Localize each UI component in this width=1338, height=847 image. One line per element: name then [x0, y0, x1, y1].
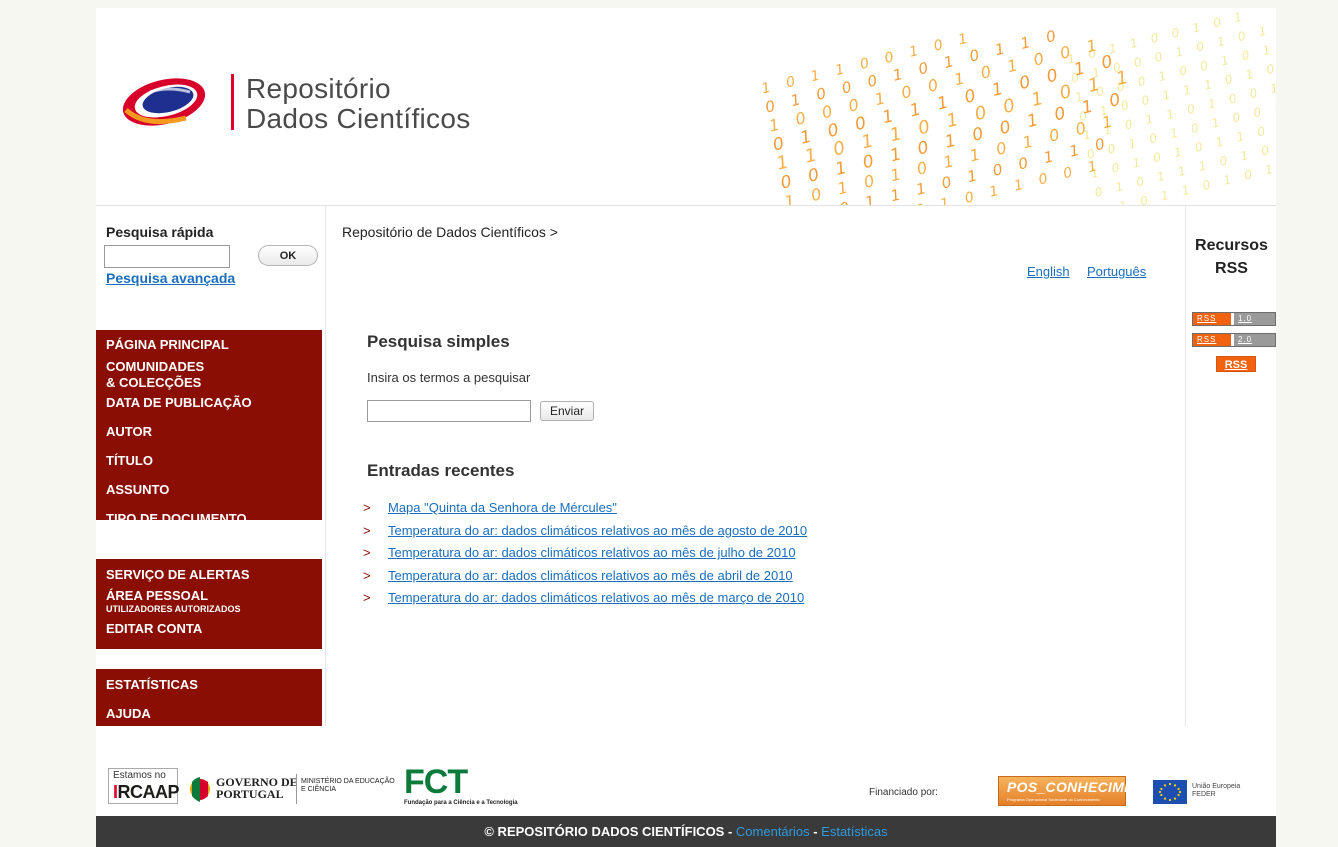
simple-search-title: Pesquisa simples [367, 332, 510, 351]
menu-item-alerts[interactable]: SERVIÇO DE ALERTAS [96, 567, 322, 583]
pos-conhecimento-logo[interactable]: POS_CONHECIMENTO Programa Operacional So… [998, 776, 1164, 806]
page: Repositório Dados Científicos 1 0 1 1 0 … [96, 8, 1276, 847]
ministry-text[interactable]: MINISTÉRIO DA EDUCAÇÃO E CIÊNCIA [301, 778, 395, 794]
list-item: > Temperatura do ar: dados climáticos rel… [363, 590, 807, 613]
binary-decoration: 1 0 1 1 0 0 1 0 11 0 1 1 0 0 1 0 10 1 0 … [760, 9, 1276, 205]
recent-entries-title: Entradas recentes [367, 461, 515, 480]
quick-search-ok-button[interactable]: OK [258, 245, 318, 266]
simple-search-submit-button[interactable]: Enviar [540, 401, 594, 421]
repository-logo-icon[interactable] [116, 70, 216, 130]
main-content: Repositório de Dados Científicos > Engli… [327, 206, 1185, 726]
divider [296, 774, 297, 804]
bullet-icon: > [363, 567, 371, 583]
menu-item-document-type[interactable]: TIPO DE DOCUMENTO [96, 511, 322, 527]
logo-divider [231, 74, 234, 130]
logo-text[interactable]: Repositório Dados Científicos [246, 74, 471, 134]
list-item: > Temperatura do ar: dados climáticos rel… [363, 545, 807, 568]
menu-item-personal-area-sub: UTILIZADORES AUTORIZADOS [106, 604, 241, 614]
ministry-line-1: MINISTÉRIO DA EDUCAÇÃO [301, 778, 395, 785]
bullet-icon: > [363, 500, 371, 515]
recent-entry-link[interactable]: Temperatura do ar: dados climáticos rela… [388, 545, 796, 560]
footer-logos: Estamos no IRCAAP GOVERNO DE PORTUGAL MI… [96, 726, 1276, 816]
header: Repositório Dados Científicos 1 0 1 1 0 … [96, 8, 1276, 206]
logo-line-2: Dados Científicos [246, 103, 471, 134]
rss-1-0-badge[interactable]: RSS 1.0 [1192, 312, 1276, 326]
rss-badge-label: RSS [1193, 313, 1231, 325]
recent-entry-link[interactable]: Mapa "Quinta da Senhora de Mércules" [388, 500, 617, 515]
bullet-icon: > [363, 522, 371, 538]
eu-line-2: FEDER [1192, 791, 1216, 798]
recent-entry-link[interactable]: Temperatura do ar: dados climáticos rela… [388, 590, 804, 605]
rss-feed-button[interactable]: RSS [1216, 356, 1256, 372]
breadcrumb[interactable]: Repositório de Dados Científicos > [342, 224, 558, 240]
rss-badge-version: 1.0 [1234, 313, 1275, 325]
menu-item-edit-account[interactable]: EDITAR CONTA [96, 621, 322, 637]
recent-entries-list: > Mapa "Quinta da Senhora de Mércules" > T… [363, 500, 807, 613]
government-text[interactable]: GOVERNO DE PORTUGAL [216, 776, 298, 800]
fct-subtitle: Fundação para a Ciência e a Tecnologia [404, 800, 518, 806]
copyright-text: © REPOSITÓRIO DADOS CIENTÍFICOS - [484, 824, 736, 839]
separator-text: - [809, 824, 822, 839]
quick-search-title: Pesquisa rápida [106, 224, 214, 240]
rss-2-0-badge[interactable]: RSS 2.0 [1192, 333, 1276, 347]
menu-item-author[interactable]: AUTOR [96, 424, 322, 440]
recent-entry-link[interactable]: Temperatura do ar: dados climáticos rela… [388, 568, 793, 583]
rss-badge-version: 2.0 [1234, 334, 1275, 346]
menu-item-help[interactable]: AJUDA [96, 706, 322, 722]
recent-entry-link[interactable]: Temperatura do ar: dados climáticos rela… [388, 523, 807, 538]
list-item: > Temperatura do ar: dados climáticos rel… [363, 568, 807, 591]
language-english-link[interactable]: English [1027, 264, 1070, 279]
pos-line-1: POS_CONHECIMENTO [1007, 779, 1165, 795]
rcaap-line-2: IRCAAP [113, 782, 180, 803]
financed-by-label: Financiado por: [869, 787, 938, 798]
rcaap-line-1: Estamos no [113, 770, 166, 781]
bullet-icon: > [363, 545, 371, 560]
main-menu: PÁGINA PRINCIPAL COMUNIDADES & COLECÇÕES… [96, 330, 322, 526]
statistics-link[interactable]: Estatísticas [821, 824, 887, 839]
list-item: > Mapa "Quinta da Senhora de Mércules" [363, 500, 807, 523]
menu-item-title[interactable]: TÍTULO [96, 453, 322, 469]
simple-search-label: Insira os termos a pesquisar [367, 370, 531, 385]
portugal-emblem-icon [190, 777, 210, 802]
bottom-bar: © REPOSITÓRIO DADOS CIENTÍFICOS - Coment… [96, 816, 1276, 847]
eu-flag-icon[interactable] [1153, 780, 1187, 804]
rss-title-line-1: Recursos [1195, 237, 1268, 254]
rcaap-logo[interactable]: Estamos no IRCAAP [108, 768, 180, 804]
user-menu: SERVIÇO DE ALERTAS ÁREA PESSOAL UTILIZAD… [96, 559, 322, 649]
menu-item-home[interactable]: PÁGINA PRINCIPAL [96, 337, 322, 353]
eu-text: União Europeia FEDER [1192, 783, 1240, 799]
advanced-search-link[interactable]: Pesquisa avançada [106, 270, 235, 286]
bullet-icon: > [363, 590, 371, 605]
rss-title: Recursos RSS [1186, 234, 1276, 280]
menu-item-communities[interactable]: COMUNIDADES & COLECÇÕES [96, 359, 322, 391]
eu-line-1: União Europeia [1192, 783, 1241, 790]
rss-badge-label: RSS [1193, 334, 1231, 346]
right-sidebar: Recursos RSS RSS 1.0 RSS 2.0 RSS [1185, 206, 1276, 726]
info-menu: ESTATÍSTICAS AJUDA [96, 669, 322, 726]
menu-item-statistics[interactable]: ESTATÍSTICAS [96, 677, 322, 693]
language-portugues-link[interactable]: Português [1087, 264, 1146, 279]
list-item: > Temperatura do ar: dados climáticos rel… [363, 523, 807, 546]
simple-search-input[interactable] [367, 400, 531, 422]
logo-line-1: Repositório [246, 73, 391, 104]
menu-item-personal-area[interactable]: ÁREA PESSOAL [96, 588, 322, 604]
menu-item-publication-date[interactable]: DATA DE PUBLICAÇÃO [96, 395, 322, 411]
fct-logo[interactable]: FCT [404, 764, 468, 800]
left-sidebar: Pesquisa rápida OK Pesquisa avançada PÁG… [96, 206, 326, 726]
pos-line-2: Programa Operacional Sociedade do Conhec… [1007, 797, 1100, 802]
rcaap-word: RCAAP [117, 782, 180, 802]
gov-line-2: PORTUGAL [216, 787, 284, 801]
menu-item-subject[interactable]: ASSUNTO [96, 482, 322, 498]
comments-link[interactable]: Comentários [736, 824, 810, 839]
ministry-line-2: E CIÊNCIA [301, 786, 337, 793]
quick-search-input[interactable] [104, 245, 230, 268]
rss-title-line-2: RSS [1215, 260, 1248, 277]
